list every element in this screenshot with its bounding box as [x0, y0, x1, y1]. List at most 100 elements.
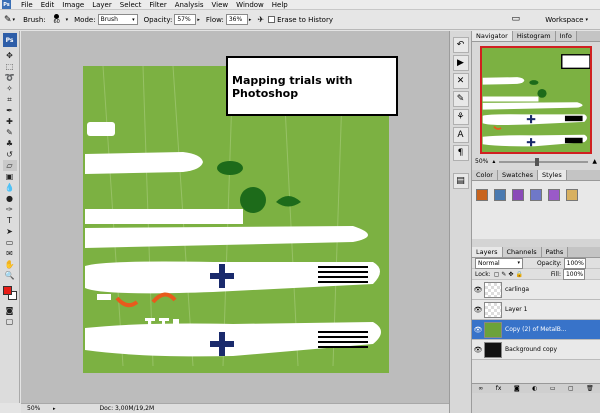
group-icon[interactable]: ▭: [550, 385, 556, 392]
tab-color[interactable]: Color: [472, 170, 498, 180]
slider-knob[interactable]: [534, 157, 539, 166]
tool-preset-picker[interactable]: ✎ ▾: [4, 15, 15, 25]
style-swatch[interactable]: [548, 189, 560, 201]
eyedropper-tool-icon[interactable]: ✒: [3, 105, 17, 116]
notes-tool-icon[interactable]: ✉: [3, 248, 17, 259]
crop-tool-icon[interactable]: ⌗: [3, 94, 17, 105]
panel-toggle-icon[interactable]: ▭: [511, 14, 520, 24]
paragraph-panel-icon[interactable]: ¶: [452, 145, 469, 161]
layer-opacity-input[interactable]: 100%: [563, 257, 586, 269]
menu-help[interactable]: Help: [268, 0, 292, 10]
dodge-tool-icon[interactable]: ●: [3, 193, 17, 204]
history-brush-tool-icon[interactable]: ↺: [3, 149, 17, 160]
zoom-out-icon[interactable]: ▴: [492, 158, 495, 165]
blur-tool-icon[interactable]: 💧: [3, 182, 17, 193]
tab-histogram[interactable]: Histogram: [512, 31, 556, 41]
screen-mode-icon[interactable]: ▢: [3, 316, 17, 327]
tool-presets-icon[interactable]: ✕: [452, 73, 469, 89]
style-swatch[interactable]: [512, 189, 524, 201]
character-panel-icon[interactable]: A: [452, 127, 469, 143]
menu-filter[interactable]: Filter: [145, 0, 170, 10]
foreground-color-swatch[interactable]: [2, 286, 12, 295]
chevron-down-icon[interactable]: ▾: [66, 17, 69, 23]
clone-stamp-tool-icon[interactable]: ♣: [3, 138, 17, 149]
path-selection-tool-icon[interactable]: ➤: [3, 226, 17, 237]
tab-swatches[interactable]: Swatches: [497, 170, 539, 180]
healing-brush-tool-icon[interactable]: ✚: [3, 116, 17, 127]
menu-image[interactable]: Image: [58, 0, 88, 10]
lock-pixels-icon[interactable]: ✎: [501, 271, 506, 278]
fill-input[interactable]: 100%: [562, 268, 585, 280]
menu-layer[interactable]: Layer: [88, 0, 116, 10]
eye-icon[interactable]: 👁: [472, 286, 484, 294]
zoom-in-icon[interactable]: ▲: [592, 158, 597, 165]
style-swatch[interactable]: [494, 189, 506, 201]
new-layer-icon[interactable]: ▢: [568, 385, 574, 392]
layer-mask-icon[interactable]: ◙: [514, 385, 520, 392]
brushes-panel-icon[interactable]: ✎: [452, 91, 469, 107]
type-tool-icon[interactable]: T: [3, 215, 17, 226]
brush-picker[interactable]: 60: [48, 12, 66, 28]
delete-layer-icon[interactable]: 🗑: [586, 385, 594, 392]
menu-view[interactable]: View: [208, 0, 233, 10]
history-panel-icon[interactable]: ↶: [452, 37, 469, 53]
flow-input[interactable]: 36%: [225, 14, 248, 25]
lock-position-icon[interactable]: ✥: [508, 271, 513, 278]
eye-icon[interactable]: 👁: [472, 326, 484, 334]
marquee-tool-icon[interactable]: ⬚: [3, 61, 17, 72]
lock-transparency-icon[interactable]: ▢: [494, 271, 500, 278]
tab-channels[interactable]: Channels: [502, 247, 542, 257]
eye-icon[interactable]: 👁: [472, 306, 484, 314]
eraser-tool-icon[interactable]: ▱: [2, 160, 17, 171]
menu-edit[interactable]: Edit: [37, 0, 59, 10]
hand-tool-icon[interactable]: ✋: [3, 259, 17, 270]
shape-tool-icon[interactable]: ▭: [3, 237, 17, 248]
menu-analysis[interactable]: Analysis: [171, 0, 208, 10]
layer-row-background-copy[interactable]: 👁 Background copy: [472, 340, 600, 360]
color-swatches[interactable]: [2, 285, 18, 301]
navigator-zoom-value[interactable]: 50%: [475, 158, 488, 165]
zoom-tool-icon[interactable]: 🔍: [3, 270, 17, 281]
tab-styles[interactable]: Styles: [538, 170, 567, 180]
opacity-input[interactable]: 57%: [174, 14, 197, 25]
layer-row-carlinga[interactable]: 👁 carlinga: [472, 280, 600, 300]
style-swatch[interactable]: [476, 189, 488, 201]
menu-select[interactable]: Select: [116, 0, 146, 10]
mode-select[interactable]: Brush ▾: [97, 14, 138, 25]
style-swatch[interactable]: [530, 189, 542, 201]
brush-tool-icon[interactable]: ✎: [3, 127, 17, 138]
quick-mask-icon[interactable]: ◙: [3, 305, 17, 316]
zoom-level[interactable]: 50%: [21, 405, 45, 412]
chevron-right-icon[interactable]: ▸: [249, 17, 252, 23]
layer-comps-icon[interactable]: ▤: [452, 173, 469, 189]
adjustment-layer-icon[interactable]: ◐: [532, 385, 537, 392]
menu-file[interactable]: File: [17, 0, 37, 10]
move-tool-icon[interactable]: ✥: [3, 50, 17, 61]
navigator-zoom-slider[interactable]: [499, 157, 589, 166]
lock-all-icon[interactable]: 🔒: [515, 271, 522, 278]
erase-history-checkbox[interactable]: [268, 16, 276, 23]
layer-row-copy-metal[interactable]: 👁 Copy (2) of MetalB...: [472, 320, 600, 340]
magic-wand-tool-icon[interactable]: ✧: [3, 83, 17, 94]
layer-style-icon[interactable]: fx: [496, 385, 502, 392]
airbrush-icon[interactable]: ✈: [257, 15, 264, 24]
chevron-right-icon[interactable]: ▸: [53, 406, 56, 412]
blend-mode-select[interactable]: Normal ▾: [475, 257, 523, 269]
pen-tool-icon[interactable]: ✑: [3, 204, 17, 215]
layer-row-layer-1[interactable]: 👁 Layer 1: [472, 300, 600, 320]
eye-icon[interactable]: 👁: [472, 346, 484, 354]
tab-navigator[interactable]: Navigator: [472, 31, 513, 41]
tab-info[interactable]: Info: [555, 31, 577, 41]
lasso-tool-icon[interactable]: ➰: [3, 72, 17, 83]
tab-paths[interactable]: Paths: [541, 247, 569, 257]
tab-layers[interactable]: Layers: [472, 247, 503, 257]
menu-window[interactable]: Window: [232, 0, 268, 10]
gradient-tool-icon[interactable]: ▣: [3, 171, 17, 182]
link-layers-icon[interactable]: ∞: [478, 385, 483, 392]
workspace-button[interactable]: Workspace ▾: [545, 14, 588, 26]
actions-panel-icon[interactable]: ▶: [452, 55, 469, 71]
navigator-thumbnail[interactable]: [480, 46, 592, 154]
clone-source-icon[interactable]: ⚘: [452, 109, 469, 125]
style-swatch[interactable]: [566, 189, 578, 201]
chevron-right-icon[interactable]: ▸: [197, 17, 200, 23]
